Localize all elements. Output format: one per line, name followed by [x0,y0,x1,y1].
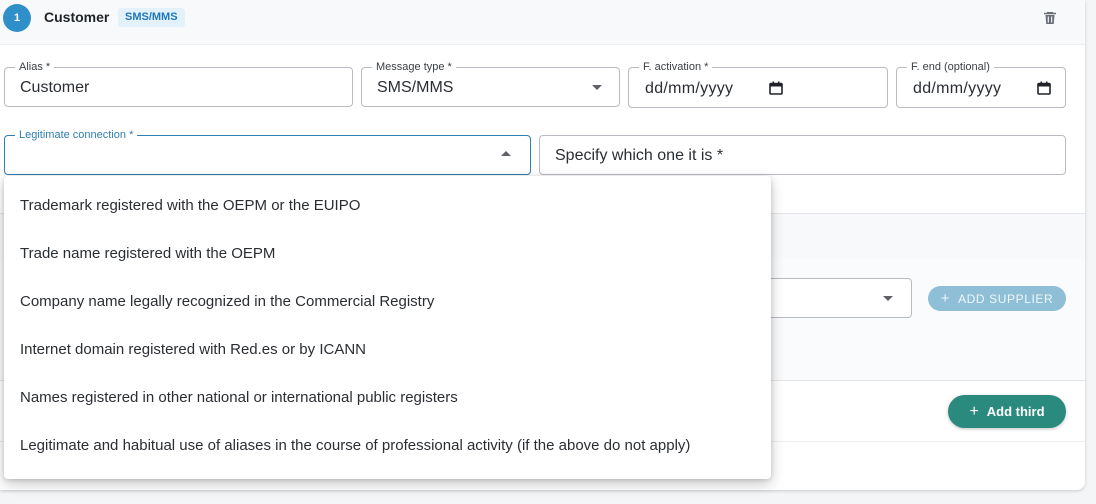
activation-date-field[interactable]: F. activation * dd/mm/yyyy [628,60,888,108]
add-third-label: Add third [986,404,1045,419]
add-supplier-button[interactable]: + ADD SUPPLIER [928,286,1066,311]
menu-option[interactable]: Names registered in other national or in… [4,374,771,422]
calendar-icon[interactable] [1037,81,1051,95]
legitimate-connection-select[interactable]: Legitimate connection * [4,128,531,175]
message-type-select[interactable]: Message type * SMS/MMS [361,60,620,107]
trash-icon[interactable] [1041,9,1059,27]
activation-date-label: F. activation * [639,60,713,74]
legitimate-connection-label: Legitimate connection * [15,128,138,142]
step-number-badge: 1 [3,4,31,32]
alias-input[interactable]: Customer [20,78,89,98]
specify-field[interactable]: Specify which one it is * [539,135,1066,175]
end-date-field[interactable]: F. end (optional) dd/mm/yyyy [896,60,1066,108]
card-header: 1 Customer SMS/MMS [0,0,1085,45]
alias-label: Alias * [15,60,55,74]
message-type-label: Message type * [372,60,456,74]
menu-option[interactable]: Trade name registered with the OEPM [4,230,771,278]
chevron-up-icon [501,151,511,156]
chevron-down-icon [883,296,893,301]
chevron-down-icon [592,85,602,90]
page: 1 Customer SMS/MMS Alias * Customer Mess… [0,0,1096,504]
menu-option[interactable]: Trademark registered with the OEPM or th… [4,182,771,230]
message-type-value: SMS/MMS [377,79,454,96]
add-supplier-label: ADD SUPPLIER [958,291,1054,306]
card-title: Customer [44,9,110,25]
calendar-icon[interactable] [769,81,783,95]
message-type-badge: SMS/MMS [118,8,185,27]
alias-field[interactable]: Alias * Customer [4,60,353,107]
menu-option[interactable]: Legitimate and habitual use of aliases i… [4,422,771,470]
legitimate-connection-menu: Trademark registered with the OEPM or th… [4,176,771,479]
activation-date-input[interactable]: dd/mm/yyyy [645,79,733,99]
plus-icon: + [969,402,979,420]
end-date-input[interactable]: dd/mm/yyyy [913,79,1001,99]
add-third-button[interactable]: + Add third [948,395,1066,428]
menu-option[interactable]: Internet domain registered with Red.es o… [4,326,771,374]
specify-input[interactable]: Specify which one it is * [555,146,723,166]
plus-icon: + [940,290,951,307]
end-date-label: F. end (optional) [907,60,994,74]
menu-option[interactable]: Company name legally recognized in the C… [4,278,771,326]
